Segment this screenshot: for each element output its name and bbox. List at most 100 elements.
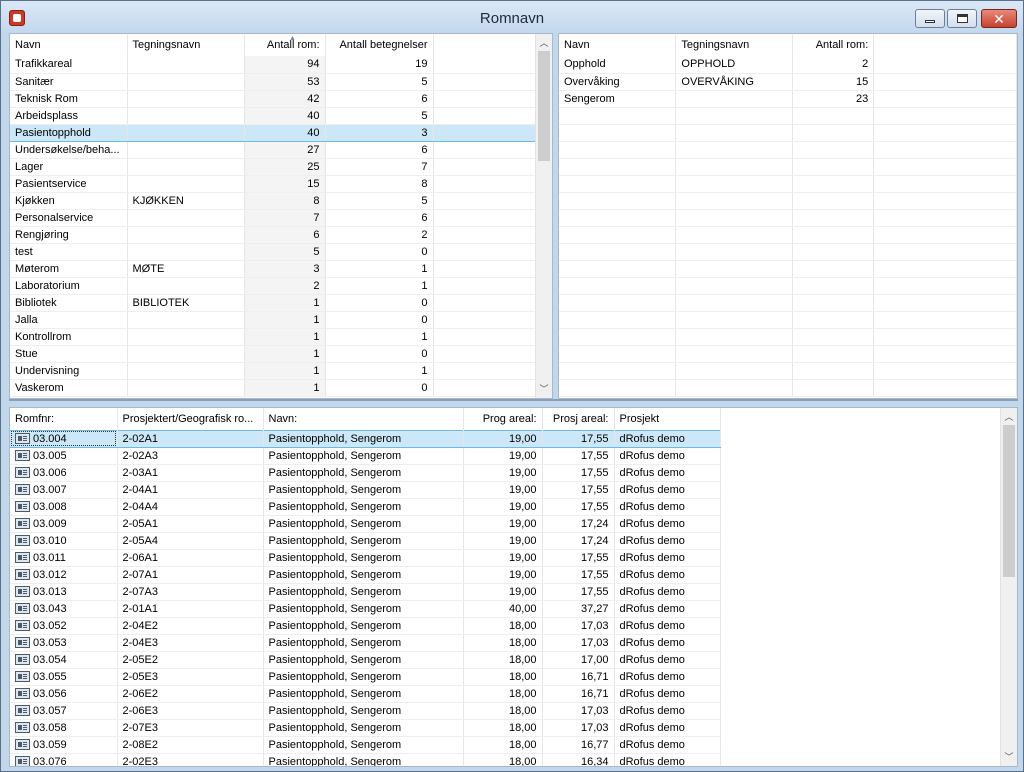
table-row[interactable]: Arbeidsplass 40 5 xyxy=(10,107,538,125)
col-header-prosj-areal[interactable]: Prosj areal: xyxy=(542,408,615,430)
maximize-button[interactable] xyxy=(947,9,977,28)
table-row[interactable]: Personalservice 7 6 xyxy=(10,209,538,227)
table-row[interactable]: 03.012 2-07A1 Pasientopphold, Sengerom 19,0… xyxy=(10,566,721,584)
title-bar[interactable]: Romnavn ✕ xyxy=(1,1,1023,32)
table-row[interactable]: Rengjøring 6 2 xyxy=(10,226,538,244)
cell-prosjekt: dRofus demo xyxy=(614,753,721,766)
col-header-tegningsnavn[interactable]: Tegningsnavn xyxy=(675,34,794,56)
table-row[interactable]: Møterom MØTE 3 1 xyxy=(10,260,538,278)
col-header-antall-rom[interactable]: Antall rom: xyxy=(244,34,326,56)
col-header-antall-betegnelser[interactable]: Antall betegnelser xyxy=(325,34,434,56)
table-row[interactable]: 03.007 2-04A1 Pasientopphold, Sengerom 19,0… xyxy=(10,481,721,499)
table-row[interactable]: 03.010 2-05A4 Pasientopphold, Sengerom 19,0… xyxy=(10,532,721,550)
cell-navn: Pasientopphold, Sengerom xyxy=(263,702,464,720)
table-row[interactable]: 03.008 2-04A4 Pasientopphold, Sengerom 19,0… xyxy=(10,498,721,516)
table-row[interactable]: Pasientservice 15 8 xyxy=(10,175,538,193)
table-row[interactable]: 03.054 2-05E2 Pasientopphold, Sengerom 18,0… xyxy=(10,651,721,669)
cell-antall-rom: 2 xyxy=(792,56,875,74)
cell-prosj-areal: 17,03 xyxy=(542,634,615,652)
pane-splitter[interactable] xyxy=(9,399,1018,407)
table-row[interactable]: Pasientopphold 40 3 xyxy=(10,123,538,142)
col-header-antall-rom[interactable]: Antall rom: xyxy=(792,34,875,56)
table-row[interactable]: Sanitær 53 5 xyxy=(10,73,538,91)
table-row[interactable]: Undervisning 1 1 xyxy=(10,362,538,380)
cell-antall-betegnelser: 5 xyxy=(325,73,434,91)
table-row[interactable]: Trafikkareal 94 19 xyxy=(10,56,538,74)
table-row[interactable]: 03.006 2-03A1 Pasientopphold, Sengerom 19,0… xyxy=(10,464,721,482)
close-button[interactable]: ✕ xyxy=(981,9,1017,28)
table-row[interactable]: Laboratorium 2 1 xyxy=(10,277,538,295)
table-row[interactable]: 03.005 2-02A3 Pasientopphold, Sengerom 19,0… xyxy=(10,447,721,465)
romfnr-text: 03.005 xyxy=(33,449,67,462)
scroll-thumb[interactable] xyxy=(1003,425,1015,577)
cell-antall-rom: 8 xyxy=(244,192,326,210)
table-row[interactable]: 03.057 2-06E3 Pasientopphold, Sengerom 18,0… xyxy=(10,702,721,720)
room-list-grid: Romfnr: Prosjektert/Geografisk ro... Nav… xyxy=(9,407,1018,767)
scroll-up-arrow-icon[interactable]: ︿ xyxy=(536,35,552,51)
romfnr-text: 03.007 xyxy=(33,483,67,496)
table-row[interactable]: Kontrollrom 1 1 xyxy=(10,328,538,346)
table-row[interactable]: 03.013 2-07A3 Pasientopphold, Sengerom 19,0… xyxy=(10,583,721,601)
table-row[interactable]: Opphold OPPHOLD 2 xyxy=(559,56,1017,74)
table-row[interactable]: 03.043 2-01A1 Pasientopphold, Sengerom 40,0… xyxy=(10,600,721,618)
cell-romfnr: 03.005 xyxy=(10,447,118,465)
empty-cell xyxy=(559,328,677,346)
cell-prosj-areal: 17,03 xyxy=(542,617,615,635)
cell-tegningsnavn: OVERVÅKING xyxy=(675,73,794,91)
vertical-scrollbar[interactable]: ︿ ﹀ xyxy=(535,34,552,398)
col-header-tegningsnavn[interactable]: Tegningsnavn xyxy=(127,34,245,56)
table-row[interactable]: Bibliotek BIBLIOTEK 1 0 xyxy=(10,294,538,312)
cell-romfnr: 03.043 xyxy=(10,600,118,618)
cell-geo: 2-04E3 xyxy=(117,634,264,652)
empty-cell xyxy=(675,192,794,210)
col-header-geo[interactable]: Prosjektert/Geografisk ro... xyxy=(117,408,264,430)
cell-romfnr: 03.007 xyxy=(10,481,118,499)
col-header-romfnr[interactable]: Romfnr: xyxy=(10,408,118,430)
table-row[interactable]: 03.009 2-05A1 Pasientopphold, Sengerom 19,0… xyxy=(10,515,721,533)
romfnr-text: 03.058 xyxy=(33,721,67,734)
table-row[interactable]: 03.004 2-02A1 Pasientopphold, Sengerom 19,0… xyxy=(10,429,721,448)
room-category-grid: Navn Tegningsnavn Antall rom: Antall bet… xyxy=(9,33,553,399)
table-row[interactable]: 03.058 2-07E3 Pasientopphold, Sengerom 18,0… xyxy=(10,719,721,737)
scroll-up-arrow-icon[interactable]: ︿ xyxy=(1001,409,1017,425)
cell-prosj-areal: 17,55 xyxy=(542,447,615,465)
cell-navn: Pasientopphold, Sengerom xyxy=(263,464,464,482)
col-header-navn[interactable]: Navn: xyxy=(263,408,464,430)
cell-navn: Pasientopphold, Sengerom xyxy=(263,753,464,766)
scroll-down-arrow-icon[interactable]: ﹀ xyxy=(536,381,552,397)
table-row[interactable]: Jalla 1 0 xyxy=(10,311,538,329)
cell-romfnr: 03.052 xyxy=(10,617,118,635)
empty-cell xyxy=(675,226,794,244)
cell-antall-rom: 94 xyxy=(244,56,326,74)
table-row[interactable]: 03.053 2-04E3 Pasientopphold, Sengerom 18,0… xyxy=(10,634,721,652)
empty-cell xyxy=(675,328,794,346)
col-header-prosjekt[interactable]: Prosjekt xyxy=(614,408,721,430)
table-row[interactable]: Undersøkelse/beha... 27 6 xyxy=(10,141,538,159)
cell-navn: Pasientopphold xyxy=(10,123,128,142)
table-row[interactable]: 03.055 2-05E3 Pasientopphold, Sengerom 18,0… xyxy=(10,668,721,686)
table-row[interactable]: Sengerom 23 xyxy=(559,90,1017,108)
table-row[interactable]: 03.059 2-08E2 Pasientopphold, Sengerom 18,0… xyxy=(10,736,721,754)
table-row[interactable]: Stue 1 0 xyxy=(10,345,538,363)
table-row[interactable]: Overvåking OVERVÅKING 15 xyxy=(559,73,1017,91)
table-row[interactable]: Vaskerom 1 0 xyxy=(10,379,538,397)
scroll-thumb[interactable] xyxy=(538,51,550,161)
room-icon xyxy=(15,636,30,648)
scroll-down-arrow-icon[interactable]: ﹀ xyxy=(1001,749,1017,765)
table-row[interactable]: Kjøkken KJØKKEN 8 5 xyxy=(10,192,538,210)
table-row[interactable]: Teknisk Rom 42 6 xyxy=(10,90,538,108)
minimize-button[interactable] xyxy=(915,9,945,28)
table-row[interactable]: 03.011 2-06A1 Pasientopphold, Sengerom 19,0… xyxy=(10,549,721,567)
table-row[interactable]: 03.076 2-02E3 Pasientopphold, Sengerom 18,0… xyxy=(10,753,721,766)
col-header-navn[interactable]: Navn xyxy=(10,34,128,56)
table-row[interactable]: 03.056 2-06E2 Pasientopphold, Sengerom 18,0… xyxy=(10,685,721,703)
cell-geo: 2-05A4 xyxy=(117,532,264,550)
cell-antall-betegnelser: 1 xyxy=(325,260,434,278)
table-row[interactable]: test 5 0 xyxy=(10,243,538,261)
table-row[interactable]: 03.052 2-04E2 Pasientopphold, Sengerom 18,0… xyxy=(10,617,721,635)
col-header-navn[interactable]: Navn xyxy=(559,34,677,56)
cell-navn: Lager xyxy=(10,158,128,176)
vertical-scrollbar[interactable]: ︿ ﹀ xyxy=(1000,408,1017,766)
table-row[interactable]: Lager 25 7 xyxy=(10,158,538,176)
col-header-prog-areal[interactable]: Prog areal: xyxy=(463,408,543,430)
